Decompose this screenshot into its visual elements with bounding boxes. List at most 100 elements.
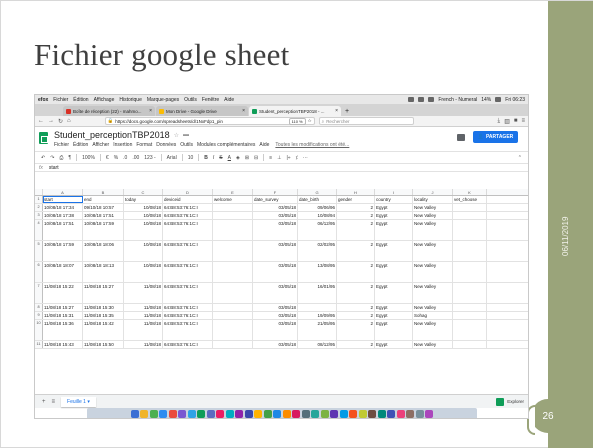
grid-cell[interactable]: 09/10/18 10:57 — [83, 204, 124, 211]
grid-cell[interactable]: 10/08/18 17:38 — [43, 212, 83, 219]
grid-cell[interactable] — [213, 241, 253, 261]
dock-app-icon[interactable] — [301, 410, 310, 418]
decrease-decimal-button[interactable]: .0 — [123, 155, 127, 161]
grid-cell[interactable]: start — [43, 196, 83, 203]
column-header[interactable]: H — [337, 189, 375, 195]
grid-cell[interactable] — [453, 241, 487, 261]
grid-cell[interactable]: 03/05/18 — [253, 283, 298, 303]
dock-app-icon[interactable] — [206, 410, 215, 418]
grid-cell[interactable]: 03/05/18 — [253, 241, 298, 261]
dock-app-icon[interactable] — [168, 410, 177, 418]
grid-cell[interactable]: deviceid — [163, 196, 213, 203]
star-icon[interactable]: ☆ — [174, 132, 179, 139]
grid-cell[interactable] — [453, 220, 487, 240]
grid-cell[interactable] — [453, 312, 487, 319]
grid-cell[interactable]: 64:B8:53:76:1C:I — [163, 241, 213, 261]
grid-cell[interactable]: 09/06/96 — [298, 204, 337, 211]
grid-cell[interactable]: 10/08/18 17:59 — [43, 241, 83, 261]
grid-cell[interactable]: New Valley — [413, 304, 453, 311]
grid-cell[interactable]: Egypt — [375, 312, 413, 319]
zoom-indicator[interactable]: 110 % — [288, 117, 306, 125]
grid-cell[interactable]: 11/08/18 — [124, 304, 163, 311]
row-number[interactable]: 10 — [35, 320, 43, 340]
menu-icon[interactable]: ≡ — [521, 118, 525, 125]
grid-cell[interactable]: vet_choose — [453, 196, 487, 203]
extension-icon[interactable]: ■ — [514, 118, 518, 125]
menu-aide[interactable]: Aide — [259, 142, 269, 148]
grid-cell[interactable]: 10/08/18 17:59 — [83, 220, 124, 240]
grid-cell[interactable]: 64:B8:53:76:1C:I — [163, 341, 213, 348]
grid-cell[interactable]: 16/01/95 — [298, 283, 337, 303]
row-number[interactable]: 5 — [35, 241, 43, 261]
grid-cell[interactable]: New Valley — [413, 204, 453, 211]
grid-cell[interactable]: 10/08/94 — [298, 212, 337, 219]
select-all-corner[interactable] — [35, 189, 43, 195]
menubar-item[interactable]: Affichage — [94, 97, 115, 103]
grid-cell[interactable]: date_birth — [298, 196, 337, 203]
menubar-item[interactable]: Marque-pages — [147, 97, 179, 103]
dock-app-icon[interactable] — [339, 410, 348, 418]
grid-cell[interactable]: 21/05/95 — [298, 320, 337, 340]
column-header[interactable]: F — [253, 189, 298, 195]
grid-cell[interactable] — [453, 320, 487, 340]
menubar-item[interactable]: Édition — [73, 97, 88, 103]
menu-outils[interactable]: Outils — [180, 142, 193, 148]
column-header[interactable]: K — [453, 189, 487, 195]
column-header[interactable]: C — [124, 189, 163, 195]
grid-cell[interactable] — [213, 262, 253, 282]
dock-app-icon[interactable] — [368, 410, 377, 418]
row-number[interactable]: 11 — [35, 341, 43, 348]
more-icon[interactable]: ··· — [303, 155, 308, 161]
grid-cell[interactable]: 2 — [337, 212, 375, 219]
currency-format-button[interactable]: € — [106, 155, 109, 161]
grid-cell[interactable] — [213, 320, 253, 340]
grid-cell[interactable]: Egypt — [375, 341, 413, 348]
home-icon[interactable]: ⌂ — [67, 118, 71, 124]
grid-cell[interactable]: 10/08/18 — [124, 220, 163, 240]
keyboard-layout[interactable]: French - Numeral — [438, 97, 477, 103]
grid-cell[interactable]: New Valley — [413, 283, 453, 303]
dock-app-icon[interactable] — [425, 410, 434, 418]
dock-app-icon[interactable] — [187, 410, 196, 418]
grid-cell[interactable]: 10/08/18 17:51 — [83, 212, 124, 219]
grid-cell[interactable]: 2 — [337, 241, 375, 261]
grid-cell[interactable]: 03/05/18 — [253, 320, 298, 340]
grid-cell[interactable] — [453, 341, 487, 348]
wrap-icon[interactable]: |÷ — [287, 155, 291, 161]
grid-cell[interactable]: 08/12/95 — [298, 341, 337, 348]
grid-cell[interactable]: 03/05/18 — [253, 212, 298, 219]
grid-cell[interactable]: 03/05/18 — [253, 304, 298, 311]
grid-cell[interactable]: 02/02/95 — [298, 241, 337, 261]
percent-format-button[interactable]: % — [114, 155, 118, 161]
menu-modules[interactable]: Modules complémentaires — [197, 142, 255, 148]
grid-cell[interactable]: 11/08/18 — [124, 341, 163, 348]
text-color-button[interactable]: A — [228, 155, 231, 161]
grid-cell[interactable]: 64:B8:53:76:1C:I — [163, 204, 213, 211]
close-icon[interactable]: × — [149, 108, 152, 114]
rotate-icon[interactable]: ⁒ — [296, 155, 298, 161]
grid-cell[interactable]: 03/05/18 — [253, 341, 298, 348]
column-header[interactable]: I — [375, 189, 413, 195]
grid-cell[interactable] — [453, 212, 487, 219]
close-icon[interactable]: × — [242, 108, 245, 114]
column-header[interactable]: B — [83, 189, 124, 195]
grid-cell[interactable]: Egypt — [375, 212, 413, 219]
grid-cell[interactable]: 11/08/18 15:31 — [43, 312, 83, 319]
column-header[interactable]: E — [213, 189, 253, 195]
grid-cell[interactable]: 2 — [337, 341, 375, 348]
grid-cell[interactable]: 10/08/18 — [124, 262, 163, 282]
chevron-up-icon[interactable]: ⌃ — [518, 155, 522, 161]
grid-cell[interactable]: 19/09/95 — [298, 312, 337, 319]
dock-app-icon[interactable] — [311, 410, 320, 418]
wifi-icon[interactable] — [428, 97, 435, 102]
grid-cell[interactable]: 2 — [337, 304, 375, 311]
grid-cell[interactable]: 64:B8:53:76:1C:I — [163, 262, 213, 282]
browser-tab-gmail[interactable]: Boîte de réception (22) - mahmo... × — [63, 106, 155, 116]
dock-app-icon[interactable] — [320, 410, 329, 418]
redo-icon[interactable]: ↷ — [50, 155, 54, 161]
dock-app-icon[interactable] — [358, 410, 367, 418]
grid-cell[interactable] — [453, 304, 487, 311]
dock-app-icon[interactable] — [282, 410, 291, 418]
grid-cell[interactable]: Egypt — [375, 320, 413, 340]
grid-cell[interactable]: 11/08/18 15:27 — [43, 304, 83, 311]
